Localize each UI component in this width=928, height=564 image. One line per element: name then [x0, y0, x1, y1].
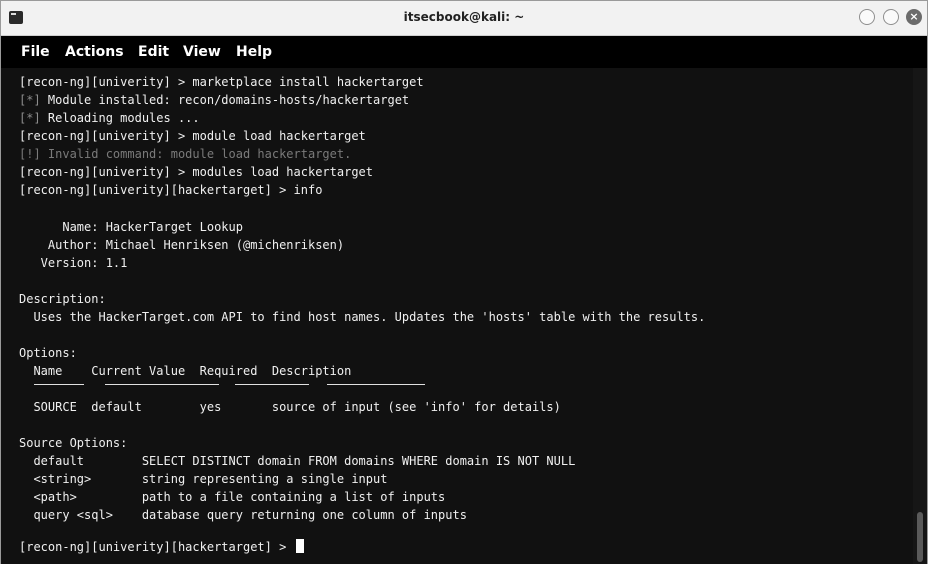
info-text: Module installed: recon/domains-hosts/ha… [40, 93, 410, 107]
source-option-row: query <sql> database query returning one… [19, 508, 467, 522]
error-invalid-command: [!] Invalid command: module load hackert… [19, 147, 352, 161]
column-underline [327, 384, 425, 385]
menu-actions[interactable]: Actions [65, 44, 124, 60]
info-author: Author: Michael Henriksen (@michenriksen… [19, 238, 345, 252]
minimize-icon[interactable] [859, 9, 875, 25]
options-header: Options: [19, 346, 77, 360]
menu-file[interactable]: File [21, 44, 50, 60]
cmd-modules-load: [recon-ng][univerity] > modules load hac… [19, 165, 374, 179]
column-underline [34, 384, 84, 385]
source-option-row: default SELECT DISTINCT domain FROM doma… [19, 454, 576, 468]
output-module-installed: [*] Module installed: recon/domains-host… [19, 91, 409, 109]
cmd-info: [recon-ng][univerity][hackertarget] > in… [19, 183, 323, 197]
scrollbar-thumb[interactable] [917, 512, 923, 562]
info-prefix: [*] [19, 111, 41, 125]
source-option-row: <string> string representing a single in… [19, 472, 388, 486]
cmd-marketplace-install: [recon-ng][univerity] > marketplace inst… [19, 75, 424, 89]
window-title: itsecbook@kali: ~ [403, 10, 525, 24]
close-icon[interactable]: × [906, 9, 922, 25]
output-reloading: [*] Reloading modules ... [19, 109, 200, 127]
current-prompt[interactable]: [recon-ng][univerity][hackertarget] > [19, 538, 304, 556]
source-options-header: Source Options: [19, 436, 128, 450]
scrollbar[interactable] [913, 68, 927, 564]
cmd-module-load: [recon-ng][univerity] > module load hack… [19, 129, 366, 143]
terminal-window: itsecbook@kali: ~ × File Actions Edit Vi… [0, 0, 928, 564]
prompt-text: [recon-ng][univerity][hackertarget] > [19, 540, 294, 554]
info-name: Name: HackerTarget Lookup [19, 220, 243, 234]
maximize-icon[interactable] [883, 9, 899, 25]
menu-help[interactable]: Help [236, 44, 272, 60]
options-column-headers: Name Current Value Required Description [19, 364, 352, 378]
text-cursor [295, 539, 304, 553]
column-underline [105, 384, 219, 385]
description-header: Description: [19, 292, 106, 306]
info-prefix: [*] [19, 93, 41, 107]
description-text: Uses the HackerTarget.com API to find ho… [19, 310, 706, 324]
info-version: Version: 1.1 [19, 256, 128, 270]
title-bar: itsecbook@kali: ~ × [1, 1, 927, 36]
menu-edit[interactable]: Edit [138, 44, 169, 60]
menu-view[interactable]: View [183, 44, 221, 60]
menu-bar: File Actions Edit View Help [1, 36, 927, 68]
column-underline [235, 384, 309, 385]
source-option-row: <path> path to a file containing a list … [19, 490, 446, 504]
info-text: Reloading modules ... [40, 111, 200, 125]
terminal-output[interactable]: [recon-ng][univerity] > marketplace inst… [1, 68, 913, 564]
options-row-source: SOURCE default yes source of input (see … [19, 400, 561, 414]
